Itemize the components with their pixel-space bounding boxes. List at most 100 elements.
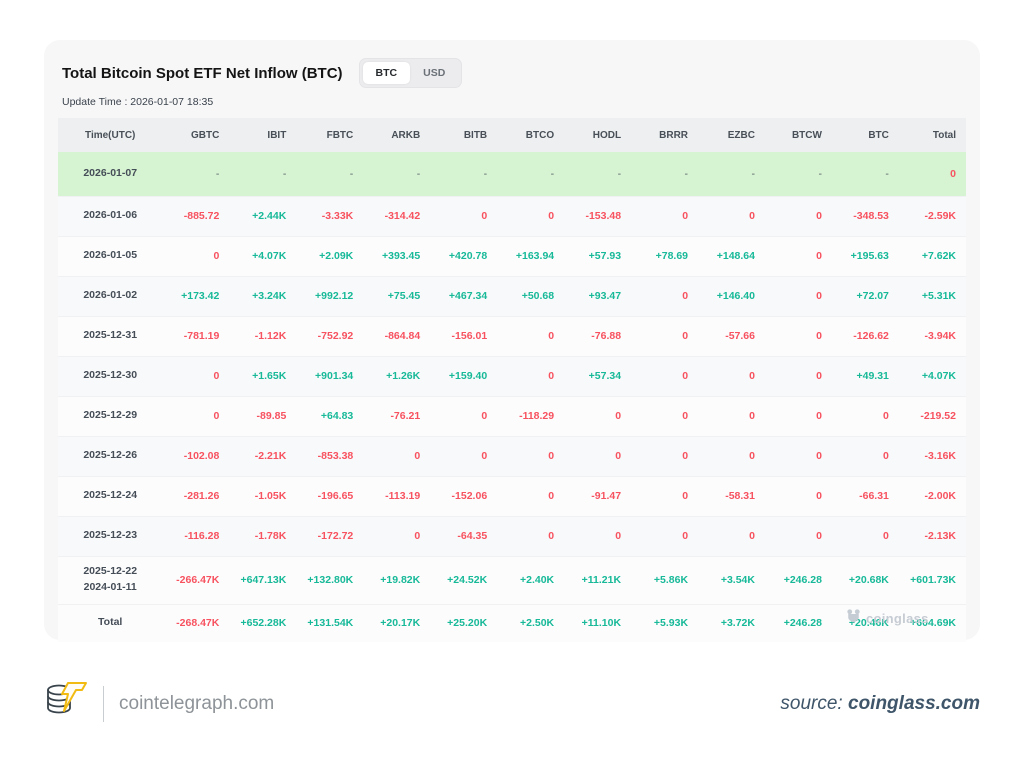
cell-value: 0: [497, 356, 564, 396]
table-row: 2026-01-050+4.07K+2.09K+393.45+420.78+16…: [58, 236, 966, 276]
etf-table-container: Time(UTC)GBTCIBITFBTCARKBBITBBTCOHODLBRR…: [58, 118, 966, 642]
cell-value: -: [832, 152, 899, 196]
column-header-btc: BTC: [832, 118, 899, 152]
column-header-arkb: ARKB: [363, 118, 430, 152]
cell-value: 0: [631, 276, 698, 316]
cell-value: 0: [363, 516, 430, 556]
cell-value: +246.28: [765, 604, 832, 642]
update-time-label: Update Time : 2026-01-07 18:35: [58, 96, 966, 108]
etf-inflow-table: Time(UTC)GBTCIBITFBTCARKBBITBBTCOHODLBRR…: [58, 118, 966, 642]
cell-value: +50.68: [497, 276, 564, 316]
row-date-label: 2026-01-02: [58, 276, 162, 316]
cell-value: -66.31: [832, 476, 899, 516]
cell-value: 0: [631, 196, 698, 236]
cell-value: +3.54K: [698, 556, 765, 604]
cell-value: 0: [162, 236, 229, 276]
cell-value: 0: [564, 516, 631, 556]
cell-value: +4.07K: [899, 356, 966, 396]
cell-value: -126.62: [832, 316, 899, 356]
cell-value: -: [631, 152, 698, 196]
cell-value: -64.35: [430, 516, 497, 556]
cell-value: 0: [162, 356, 229, 396]
cell-value: +5.86K: [631, 556, 698, 604]
footer: cointelegraph.com source: coinglass.com: [44, 676, 980, 732]
widget-title: Total Bitcoin Spot ETF Net Inflow (BTC): [62, 65, 343, 82]
toggle-btc-button[interactable]: BTC: [363, 62, 411, 84]
cell-value: +11.10K: [564, 604, 631, 642]
cell-value: +647.13K: [229, 556, 296, 604]
cell-value: -885.72: [162, 196, 229, 236]
cell-value: +78.69: [631, 236, 698, 276]
cell-value: 0: [698, 396, 765, 436]
table-row: 2025-12-300+1.65K+901.34+1.26K+159.400+5…: [58, 356, 966, 396]
column-header-btco: BTCO: [497, 118, 564, 152]
cell-value: -: [497, 152, 564, 196]
row-date-label: 2026-01-07: [58, 152, 162, 196]
cell-value: +19.82K: [363, 556, 430, 604]
source-attribution: source: coinglass.com: [780, 693, 980, 715]
etf-inflow-widget-card: Total Bitcoin Spot ETF Net Inflow (BTC) …: [44, 40, 980, 640]
column-header-brrr: BRRR: [631, 118, 698, 152]
cell-value: +24.52K: [430, 556, 497, 604]
column-header-total: Total: [899, 118, 966, 152]
cell-value: -156.01: [430, 316, 497, 356]
cell-value: 0: [497, 196, 564, 236]
cell-value: -: [430, 152, 497, 196]
column-header-ibit: IBIT: [229, 118, 296, 152]
cell-value: -2.21K: [229, 436, 296, 476]
table-row: 2025-12-24-281.26-1.05K-196.65-113.19-15…: [58, 476, 966, 516]
cell-value: +393.45: [363, 236, 430, 276]
cell-value: -3.33K: [296, 196, 363, 236]
cell-value: -57.66: [698, 316, 765, 356]
cell-value: +7.62K: [899, 236, 966, 276]
table-row: 2026-01-02+173.42+3.24K+992.12+75.45+467…: [58, 276, 966, 316]
cell-value: 0: [430, 196, 497, 236]
cell-value: +159.40: [430, 356, 497, 396]
cell-value: 0: [363, 436, 430, 476]
cell-value: 0: [162, 396, 229, 436]
cell-value: -: [765, 152, 832, 196]
cell-value: 0: [832, 436, 899, 476]
cell-value: +2.44K: [229, 196, 296, 236]
cell-value: -: [698, 152, 765, 196]
cell-value: -281.26: [162, 476, 229, 516]
source-name-label: coinglass.com: [848, 693, 980, 714]
cell-value: +64.83: [296, 396, 363, 436]
cell-value: +652.28K: [229, 604, 296, 642]
cell-value: -: [564, 152, 631, 196]
cell-value: 0: [631, 436, 698, 476]
cell-value: 0: [497, 476, 564, 516]
cell-value: 0: [698, 356, 765, 396]
cell-value: 0: [430, 436, 497, 476]
toggle-usd-button[interactable]: USD: [410, 62, 458, 84]
cell-value: +1.26K: [363, 356, 430, 396]
source-prefix-label: source:: [780, 693, 848, 714]
cell-value: +3.72K: [698, 604, 765, 642]
cell-value: 0: [765, 516, 832, 556]
cell-value: -314.42: [363, 196, 430, 236]
cell-value: -76.88: [564, 316, 631, 356]
cell-value: +195.63: [832, 236, 899, 276]
cell-value: +57.93: [564, 236, 631, 276]
cell-value: 0: [564, 396, 631, 436]
cell-value: +163.94: [497, 236, 564, 276]
cell-value: +901.34: [296, 356, 363, 396]
column-header-gbtc: GBTC: [162, 118, 229, 152]
cell-value: -1.12K: [229, 316, 296, 356]
cell-value: -2.59K: [899, 196, 966, 236]
coinglass-watermark-label: coinglass: [866, 611, 929, 626]
cell-value: -102.08: [162, 436, 229, 476]
cell-value: 0: [631, 476, 698, 516]
table-total-row: Total-268.47K+652.28K+131.54K+20.17K+25.…: [58, 604, 966, 642]
cell-value: +2.09K: [296, 236, 363, 276]
cell-value: 0: [899, 152, 966, 196]
cell-value: -2.13K: [899, 516, 966, 556]
column-header-bitb: BITB: [430, 118, 497, 152]
cell-value: -153.48: [564, 196, 631, 236]
cell-value: +1.65K: [229, 356, 296, 396]
row-date-label: 2025-12-26: [58, 436, 162, 476]
cell-value: -2.00K: [899, 476, 966, 516]
cell-value: 0: [765, 436, 832, 476]
cell-value: -196.65: [296, 476, 363, 516]
cell-value: 0: [765, 236, 832, 276]
